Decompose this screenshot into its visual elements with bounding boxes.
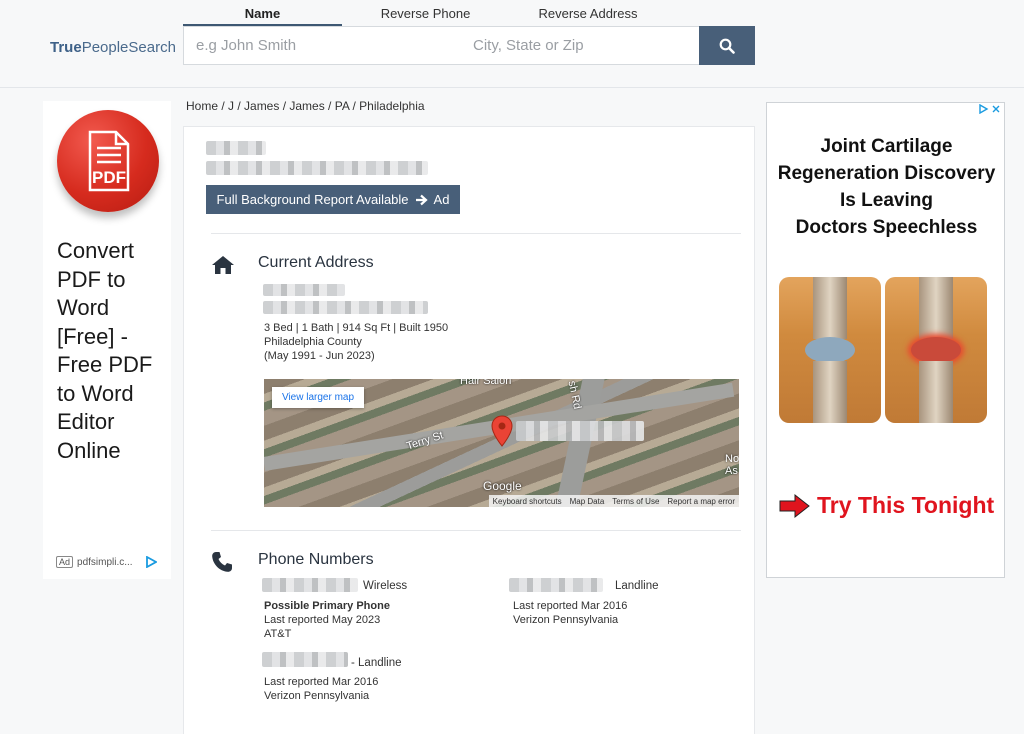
right-ad-headline[interactable]: Joint Cartilage Regeneration Discovery I… [767,133,1006,241]
redacted-phone [509,578,603,592]
location-search-input[interactable] [473,27,693,64]
google-logo: Google [483,479,522,493]
ad-badge: Ad [56,556,74,568]
county: Philadelphia County [264,336,362,348]
phone-last-reported: Last reported May 2023 [264,614,381,626]
play-arrow-icon[interactable] [145,556,157,568]
map-label: Hair Salon [460,379,512,387]
knee-image [885,277,987,423]
current-address-title: Current Address [258,254,374,271]
tab-name[interactable]: Name [183,6,342,26]
breadcrumb[interactable]: Home / J / James / James / PA / Philadel… [186,99,425,113]
map-keyboard-shortcuts[interactable]: Keyboard shortcuts [493,497,562,506]
phone-numbers-title: Phone Numbers [258,551,374,568]
redacted-subtitle [206,161,428,175]
svg-text:PDF: PDF [92,168,126,187]
name-search-input[interactable] [196,27,456,64]
tab-reverse-phone[interactable]: Reverse Phone [348,6,503,26]
search-button[interactable] [699,26,755,65]
redacted-phone [262,652,348,667]
tab-reverse-address[interactable]: Reverse Address [513,6,663,26]
phone-type: - Landline [351,657,402,669]
map-terms[interactable]: Terms of Use [612,497,659,506]
divider [211,530,741,531]
view-larger-map-button[interactable]: View larger map [272,387,364,408]
adchoices-icon[interactable] [978,104,1002,114]
phone-last-reported: Last reported Mar 2016 [264,676,379,688]
map-footer: Keyboard shortcuts Map Data Terms of Use… [488,495,739,507]
redacted-city [263,301,428,314]
phone-last-reported: Last reported Mar 2016 [513,600,628,612]
person-profile-card: Full Background Report Available Ad Curr… [183,126,755,734]
map-data[interactable]: Map Data [570,497,605,506]
map-pin-icon [491,415,513,447]
arrow-right-icon [415,194,428,205]
full-report-label: Full Background Report Available [216,192,409,207]
phone-type: Landline [615,580,659,592]
address-map[interactable]: View larger map Hair Salon Terry St sh R… [264,379,739,507]
redacted-street [263,284,345,296]
full-report-button[interactable]: Full Background Report Available Ad [206,185,460,214]
knee-image [779,277,881,423]
left-advertisement[interactable]: PDF Convert PDF to Word [Free] - Free PD… [43,101,171,579]
left-ad-domain[interactable]: pdfsimpli.c... [77,557,133,568]
phone-carrier: AT&T [264,628,292,640]
home-icon [212,256,234,274]
redacted-name [206,141,266,155]
home-details: 3 Bed | 1 Bath | 914 Sq Ft | Built 1950 [264,322,449,334]
map-label: As [725,465,738,477]
divider [211,233,741,234]
phone-carrier: Verizon Pennsylvania [513,614,619,626]
primary-phone-note: Possible Primary Phone [264,600,390,612]
site-logo[interactable]: TruePeopleSearch [50,39,176,56]
phone-carrier: Verizon Pennsylvania [264,690,370,702]
phone-type: Wireless [363,580,408,592]
redacted-phone [262,578,358,592]
residence-dates: (May 1991 - Jun 2023) [264,350,375,362]
map-report-error[interactable]: Report a map error [667,497,735,506]
site-header: TruePeopleSearch Name Reverse Phone Reve… [0,0,1024,88]
right-advertisement[interactable]: Joint Cartilage Regeneration Discovery I… [766,102,1005,578]
search-box [183,26,699,65]
arrow-right-icon [779,493,810,518]
left-ad-headline[interactable]: Convert PDF to Word [Free] - Free PDF to… [57,237,167,465]
redacted-map-address [516,421,644,441]
phone-icon [212,552,232,572]
left-ad-footer: Ad pdfsimpli.c... [56,556,157,568]
report-ad-label: Ad [433,192,450,207]
pdf-icon: PDF [57,110,159,212]
map-label: No [725,453,739,465]
right-ad-cta[interactable]: Try This Tonight [779,492,994,519]
search-icon [719,38,735,54]
